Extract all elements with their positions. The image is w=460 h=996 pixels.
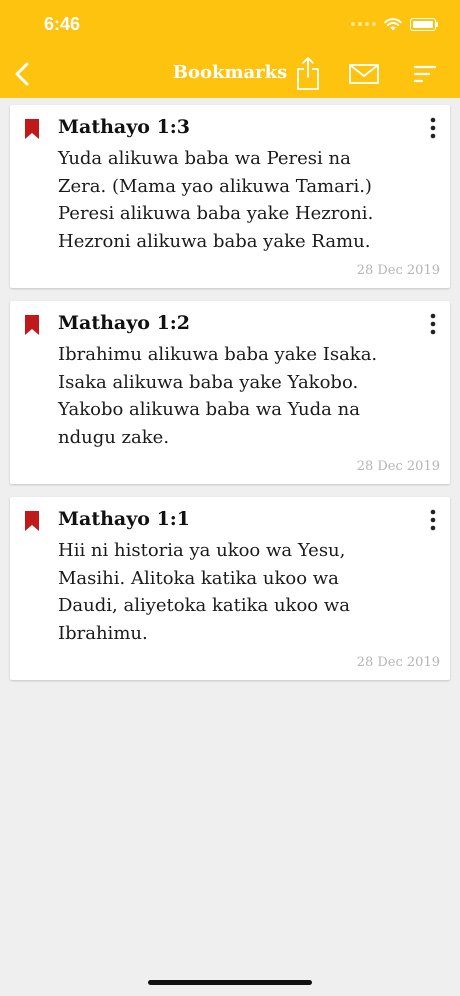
verse-line: Ibrahimu. — [58, 622, 148, 644]
battery-icon — [410, 17, 438, 31]
bookmark-card[interactable]: Mathayo 1:3 Yuda alikuwa baba wa Peresi … — [10, 105, 450, 288]
verse-line: Zera. (Mama yao alikuwa Tamari.) — [58, 175, 372, 197]
more-vertical-icon — [430, 117, 436, 139]
cellular-signal-icon — [351, 22, 376, 26]
status-time: 6:46 — [44, 14, 81, 34]
bookmark-card[interactable]: Mathayo 1:2 Ibrahimu alikuwa baba yake I… — [10, 301, 450, 484]
more-options-button[interactable] — [426, 117, 440, 139]
more-vertical-icon — [430, 313, 436, 335]
status-icons — [351, 14, 438, 34]
home-indicator[interactable] — [148, 980, 312, 985]
bookmark-icon — [25, 119, 39, 139]
sort-button[interactable] — [412, 64, 438, 84]
bookmark-reference: Mathayo 1:2 — [58, 312, 191, 334]
verse-line: Masihi. Alitoka katika ukoo wa — [58, 567, 339, 589]
envelope-icon — [349, 64, 379, 84]
verse-line: Yakobo alikuwa baba wa Yuda na — [58, 399, 360, 420]
verse-line: Peresi alikuwa baba yake Hezroni. — [58, 203, 374, 224]
more-options-button[interactable] — [426, 313, 440, 335]
wifi-icon — [384, 18, 402, 31]
verse-line: Isaka alikuwa baba yake Yakobo. — [58, 371, 359, 393]
bookmark-icon — [25, 315, 39, 335]
bookmark-date: 28 Dec 2019 — [356, 263, 440, 278]
navigation-bar: 6:46 Bookmarks — [0, 0, 460, 98]
more-options-button[interactable] — [426, 509, 440, 531]
bookmark-date: 28 Dec 2019 — [356, 459, 440, 474]
page-title: Bookmarks — [172, 62, 288, 83]
share-icon — [297, 57, 319, 90]
bookmark-verse-text: Ibrahimu alikuwa baba yake Isaka. Isaka … — [58, 341, 418, 451]
verse-line: Hezroni alikuwa baba yake Ramu. — [58, 230, 371, 252]
bookmarks-list: Mathayo 1:3 Yuda alikuwa baba wa Peresi … — [10, 105, 450, 693]
sort-icon — [413, 65, 437, 83]
bookmark-verse-text: Hii ni historia ya ukoo wa Yesu, Masihi.… — [58, 537, 418, 647]
share-button[interactable] — [295, 56, 321, 92]
bookmark-reference: Mathayo 1:3 — [58, 116, 191, 138]
verse-line: ndugu zake. — [58, 426, 170, 448]
verse-line: Yuda alikuwa baba wa Peresi na — [58, 148, 351, 169]
bookmark-verse-text: Yuda alikuwa baba wa Peresi na Zera. (Ma… — [58, 145, 418, 255]
bookmark-card[interactable]: Mathayo 1:1 Hii ni historia ya ukoo wa Y… — [10, 497, 450, 680]
verse-line: Hii ni historia ya ukoo wa Yesu, — [58, 540, 346, 561]
bookmark-reference: Mathayo 1:1 — [58, 508, 191, 530]
more-vertical-icon — [430, 509, 436, 531]
verse-line: Daudi, aliyetoka katika ukoo wa — [58, 595, 350, 616]
email-button[interactable] — [348, 62, 380, 86]
bookmark-icon — [25, 511, 39, 531]
verse-line: Ibrahimu alikuwa baba yake Isaka. — [58, 344, 378, 365]
bookmark-date: 28 Dec 2019 — [356, 655, 440, 670]
